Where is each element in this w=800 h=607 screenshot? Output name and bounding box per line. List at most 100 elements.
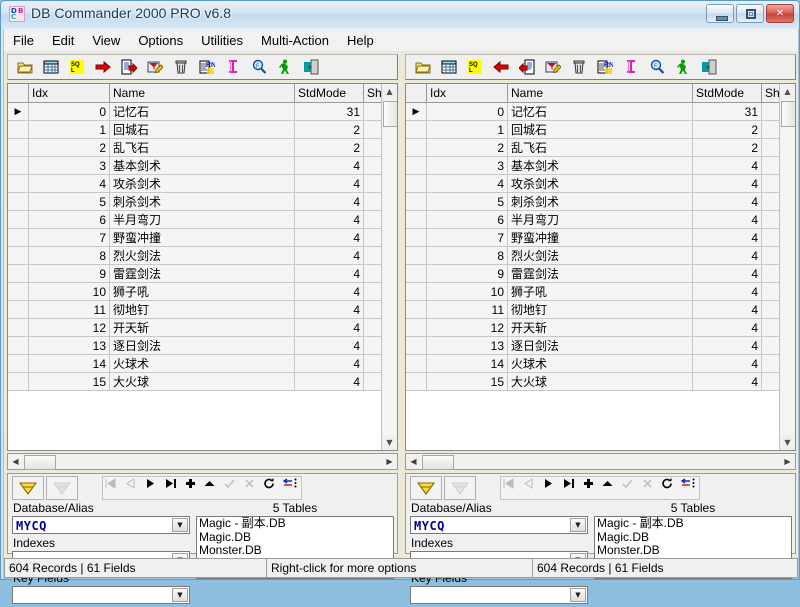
table-row[interactable]: 10狮子吼4 (8, 283, 398, 301)
key-fields-combo[interactable]: ▼ (12, 586, 190, 604)
list-item[interactable]: Monster.DB (197, 544, 393, 558)
delete-record-button[interactable] (203, 478, 220, 498)
close-button[interactable]: ✕ (766, 4, 794, 23)
menu-item-utilities[interactable]: Utilities (192, 31, 252, 50)
field-options-button[interactable] (681, 478, 698, 498)
table-grid-icon[interactable] (38, 56, 64, 78)
table-row[interactable]: 15大火球4 (406, 373, 796, 391)
chevron-down-icon[interactable]: ▼ (172, 518, 188, 532)
table-row[interactable]: 1回城石2 (8, 121, 398, 139)
scroll-left-icon[interactable]: ◀ (406, 454, 421, 469)
table-row[interactable]: 5刺杀剑术4 (406, 193, 796, 211)
run-person-icon[interactable] (272, 56, 298, 78)
info-icon[interactable] (618, 56, 644, 78)
table-row[interactable]: 4攻杀剑术4 (406, 175, 796, 193)
open-folder-icon[interactable] (410, 56, 436, 78)
right-grid-horizontal-scrollbar[interactable]: ◀ ▶ (405, 453, 796, 470)
scroll-right-icon[interactable]: ▶ (382, 454, 397, 469)
scroll-down-icon[interactable]: ▼ (780, 435, 795, 450)
table-row[interactable]: 3基本剑术4 (406, 157, 796, 175)
cancel-edit-button[interactable] (641, 478, 658, 498)
table-row[interactable]: 8烈火剑法4 (8, 247, 398, 265)
horizontal-scroll-thumb[interactable] (24, 455, 56, 470)
post-edit-button[interactable] (223, 478, 240, 498)
database-alias-combo[interactable]: MYCQ ▼ (12, 516, 190, 534)
filter-pencil-icon[interactable] (142, 56, 168, 78)
insert-record-button[interactable] (582, 478, 599, 498)
document-export-left-icon[interactable] (514, 56, 540, 78)
scroll-left-icon[interactable]: ◀ (8, 454, 23, 469)
menu-item-options[interactable]: Options (129, 31, 192, 50)
scroll-right-icon[interactable]: ▶ (780, 454, 795, 469)
list-item[interactable]: Monster.DB (595, 544, 791, 558)
table-row[interactable]: 2乱飞石2 (8, 139, 398, 157)
left-data-grid[interactable]: Idx Name StdMode Shape ▶0记忆石31 1回城石2 2乱飞… (7, 83, 398, 451)
sql-icon[interactable]: SQL (462, 56, 488, 78)
table-row[interactable]: 7野蛮冲撞4 (406, 229, 796, 247)
right-data-grid[interactable]: Idx Name StdMode Shape ▶0记忆石31 1回城石2 2乱飞… (405, 83, 796, 451)
next-record-button[interactable] (542, 478, 559, 498)
prior-record-button[interactable] (124, 478, 141, 498)
trash-icon[interactable] (168, 56, 194, 78)
prior-record-button[interactable] (522, 478, 539, 498)
gem-active-button[interactable] (12, 476, 44, 500)
gem-active-button[interactable] (410, 476, 442, 500)
chevron-down-icon[interactable]: ▼ (172, 588, 188, 602)
table-row[interactable]: 11彻地钉4 (406, 301, 796, 319)
right-grid-vertical-scrollbar[interactable]: ▲ ▼ (779, 84, 795, 450)
grid-header-name[interactable]: Name (110, 84, 295, 103)
table-row[interactable]: 3基本剑术4 (8, 157, 398, 175)
table-row[interactable]: 8烈火剑法4 (406, 247, 796, 265)
table-row[interactable]: 1回城石2 (406, 121, 796, 139)
arrow-left-icon[interactable] (488, 56, 514, 78)
list-item[interactable]: Magic - 副本.DB (595, 517, 791, 531)
find-magnifier-icon[interactable]: F (246, 56, 272, 78)
list-item[interactable]: Magic.DB (595, 531, 791, 545)
first-record-button[interactable] (502, 478, 519, 498)
table-row[interactable]: 10狮子吼4 (406, 283, 796, 301)
rename-icon[interactable]: RN (194, 56, 220, 78)
rename-icon[interactable]: RN (592, 56, 618, 78)
list-item[interactable]: Magic.DB (197, 531, 393, 545)
table-row[interactable]: 4攻杀剑术4 (8, 175, 398, 193)
table-row[interactable]: 5刺杀剑术4 (8, 193, 398, 211)
trash-icon[interactable] (566, 56, 592, 78)
table-row[interactable]: 14火球术4 (8, 355, 398, 373)
database-alias-combo[interactable]: MYCQ ▼ (410, 516, 588, 534)
table-row[interactable]: 12开天斩4 (8, 319, 398, 337)
insert-record-button[interactable] (184, 478, 201, 498)
grid-header-name[interactable]: Name (508, 84, 693, 103)
left-grid-horizontal-scrollbar[interactable]: ◀ ▶ (7, 453, 398, 470)
delete-record-button[interactable] (601, 478, 618, 498)
last-record-button[interactable] (164, 478, 181, 498)
chevron-down-icon[interactable]: ▼ (570, 588, 586, 602)
open-folder-icon[interactable] (12, 56, 38, 78)
maximize-button[interactable] (736, 4, 764, 23)
table-grid-icon[interactable] (436, 56, 462, 78)
table-row[interactable]: 6半月弯刀4 (8, 211, 398, 229)
grid-header-idx[interactable]: Idx (29, 84, 110, 103)
table-row[interactable]: 15大火球4 (8, 373, 398, 391)
field-options-button[interactable] (283, 478, 300, 498)
last-record-button[interactable] (562, 478, 579, 498)
run-person-icon[interactable] (670, 56, 696, 78)
menu-item-view[interactable]: View (83, 31, 129, 50)
key-fields-combo[interactable]: ▼ (410, 586, 588, 604)
menu-item-help[interactable]: Help (338, 31, 383, 50)
list-item[interactable]: Magic - 副本.DB (197, 517, 393, 531)
scroll-down-icon[interactable]: ▼ (382, 435, 397, 450)
exit-door-icon[interactable] (298, 56, 324, 78)
table-row[interactable]: 13逐日剑法4 (8, 337, 398, 355)
next-record-button[interactable] (144, 478, 161, 498)
info-icon[interactable] (220, 56, 246, 78)
table-row[interactable]: ▶0记忆石31 (8, 103, 398, 121)
post-edit-button[interactable] (621, 478, 638, 498)
table-row[interactable]: 12开天斩4 (406, 319, 796, 337)
table-row[interactable]: 9雷霆剑法4 (8, 265, 398, 283)
table-row[interactable]: 7野蛮冲撞4 (8, 229, 398, 247)
document-export-right-icon[interactable] (116, 56, 142, 78)
grid-header-stdmode[interactable]: StdMode (295, 84, 364, 103)
table-row[interactable]: 11彻地钉4 (8, 301, 398, 319)
find-magnifier-icon[interactable]: F (644, 56, 670, 78)
vertical-scroll-thumb[interactable] (781, 101, 796, 127)
